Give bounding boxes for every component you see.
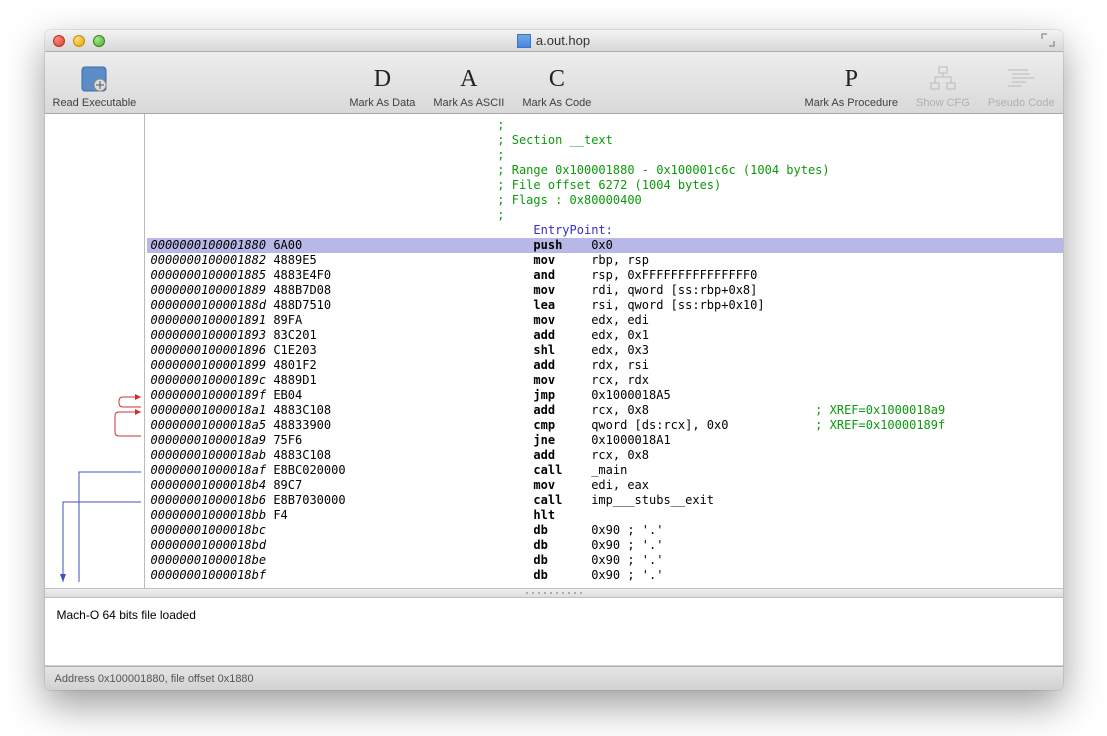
window: a.out.hop Read Executable D Mark As Data…: [45, 30, 1063, 690]
mark-ascii-button[interactable]: A Mark As ASCII: [433, 63, 504, 109]
asm-line[interactable]: 00000001000018be db 0x90 ; '.': [147, 553, 1063, 568]
asm-line[interactable]: 000000010000188d 488D7510 lea rsi, qword…: [147, 298, 1063, 313]
asm-line[interactable]: ; Flags : 0x80000400: [147, 193, 1063, 208]
asm-line[interactable]: 0000000100001891 89FA mov edx, edi: [147, 313, 1063, 328]
asm-line[interactable]: ; Section __text: [147, 133, 1063, 148]
asm-line[interactable]: 0000000100001885 4883E4F0 and rsp, 0xFFF…: [147, 268, 1063, 283]
titlebar: a.out.hop: [45, 30, 1063, 52]
read-executable-button[interactable]: Read Executable: [53, 63, 137, 109]
asm-line[interactable]: 00000001000018af E8BC020000 call _main: [147, 463, 1063, 478]
asm-line[interactable]: 00000001000018b6 E8B7030000 call imp___s…: [147, 493, 1063, 508]
asm-line[interactable]: 000000010000189f EB04 jmp 0x1000018A5: [147, 388, 1063, 403]
asm-line[interactable]: 0000000100001893 83C201 add edx, 0x1: [147, 328, 1063, 343]
letter-d-icon: D: [374, 66, 391, 93]
asm-line[interactable]: 0000000100001882 4889E5 mov rbp, rsp: [147, 253, 1063, 268]
letter-a-icon: A: [460, 66, 477, 93]
mark-data-button[interactable]: D Mark As Data: [349, 63, 415, 109]
toolbar-label: Mark As Procedure: [804, 97, 898, 109]
letter-p-icon: P: [845, 66, 858, 93]
code-lines-icon: [1004, 63, 1038, 95]
window-title: a.out.hop: [45, 33, 1063, 48]
toolbar-label: Pseudo Code: [988, 97, 1055, 109]
toolbar-label: Mark As Code: [522, 97, 591, 109]
mark-code-button[interactable]: C Mark As Code: [522, 63, 591, 109]
asm-line[interactable]: 00000001000018a9 75F6 jne 0x1000018A1: [147, 433, 1063, 448]
show-cfg-button: Show CFG: [916, 63, 970, 109]
disassembly-view[interactable]: ; ; Section __text ; ; Range 0x100001880…: [145, 114, 1063, 588]
fullscreen-icon[interactable]: [1041, 33, 1055, 49]
asm-line[interactable]: 0000000100001889 488B7D08 mov rdi, qword…: [147, 283, 1063, 298]
main-area: ; ; Section __text ; ; Range 0x100001880…: [45, 114, 1063, 588]
asm-line[interactable]: 00000001000018bc db 0x90 ; '.': [147, 523, 1063, 538]
status-text: Address 0x100001880, file offset 0x1880: [55, 673, 254, 685]
splitter-handle[interactable]: [45, 588, 1063, 598]
grip-icon: [524, 591, 584, 595]
close-icon[interactable]: [53, 35, 65, 47]
minimize-icon[interactable]: [73, 35, 85, 47]
asm-line[interactable]: 000000010000189c 4889D1 mov rcx, rdx: [147, 373, 1063, 388]
asm-line[interactable]: 00000001000018bb F4 hlt: [147, 508, 1063, 523]
asm-line[interactable]: 0000000100001880 6A00 push 0x0: [147, 238, 1063, 253]
log-pane: Mach-O 64 bits file loaded: [45, 598, 1063, 666]
asm-line[interactable]: ;: [147, 148, 1063, 163]
flow-gutter: [45, 114, 145, 588]
asm-line[interactable]: 00000001000018bf db 0x90 ; '.': [147, 568, 1063, 583]
asm-line[interactable]: 00000001000018a1 4883C108 add rcx, 0x8 ;…: [147, 403, 1063, 418]
asm-line[interactable]: ;: [147, 118, 1063, 133]
asm-line[interactable]: 00000001000018b4 89C7 mov edi, eax: [147, 478, 1063, 493]
window-title-text: a.out.hop: [536, 33, 590, 48]
asm-line[interactable]: ;: [147, 208, 1063, 223]
asm-line[interactable]: 00000001000018a5 48833900 cmp qword [ds:…: [147, 418, 1063, 433]
pseudo-code-button: Pseudo Code: [988, 63, 1055, 109]
asm-line[interactable]: 00000001000018ab 4883C108 add rcx, 0x8: [147, 448, 1063, 463]
mark-procedure-button[interactable]: P Mark As Procedure: [804, 63, 898, 109]
cfg-icon: [928, 63, 958, 95]
letter-c-icon: C: [549, 66, 565, 93]
document-icon: [517, 34, 531, 48]
window-controls: [53, 35, 105, 47]
statusbar: Address 0x100001880, file offset 0x1880: [45, 666, 1063, 690]
toolbar-label: Mark As Data: [349, 97, 415, 109]
asm-line[interactable]: EntryPoint:: [147, 223, 1063, 238]
executable-icon: [78, 63, 110, 95]
asm-line[interactable]: 0000000100001899 4801F2 add rdx, rsi: [147, 358, 1063, 373]
asm-line[interactable]: ; Range 0x100001880 - 0x100001c6c (1004 …: [147, 163, 1063, 178]
toolbar-label: Mark As ASCII: [433, 97, 504, 109]
asm-line[interactable]: ; File offset 6272 (1004 bytes): [147, 178, 1063, 193]
toolbar-label: Show CFG: [916, 97, 970, 109]
toolbar-label: Read Executable: [53, 97, 137, 109]
asm-line[interactable]: 0000000100001896 C1E203 shl edx, 0x3: [147, 343, 1063, 358]
asm-line[interactable]: 00000001000018bd db 0x90 ; '.': [147, 538, 1063, 553]
log-message: Mach-O 64 bits file loaded: [57, 608, 196, 622]
toolbar: Read Executable D Mark As Data A Mark As…: [45, 52, 1063, 114]
zoom-icon[interactable]: [93, 35, 105, 47]
